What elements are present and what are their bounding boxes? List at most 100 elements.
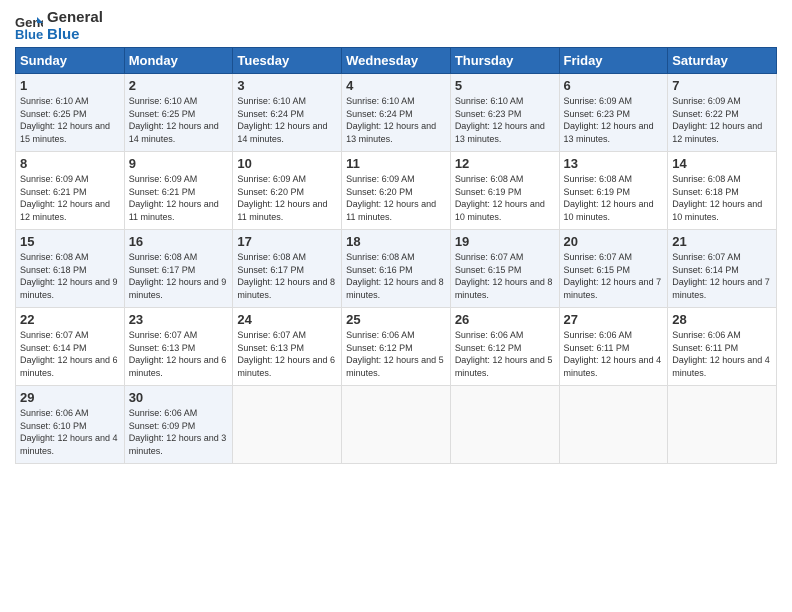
day-number: 28 (672, 312, 772, 327)
day-number: 11 (346, 156, 446, 171)
day-number: 8 (20, 156, 120, 171)
calendar-cell: 13 Sunrise: 6:08 AMSunset: 6:19 PMDayligh… (559, 152, 668, 230)
calendar-cell: 3Sunrise: 6:10 AMSunset: 6:24 PMDaylight… (233, 74, 342, 152)
day-info: Sunrise: 6:08 AMSunset: 6:17 PMDaylight:… (129, 251, 229, 301)
day-number: 30 (129, 390, 229, 405)
day-number: 7 (672, 78, 772, 93)
day-number: 29 (20, 390, 120, 405)
day-number: 18 (346, 234, 446, 249)
day-info: Sunrise: 6:07 AMSunset: 6:14 PMDaylight:… (20, 329, 120, 379)
calendar-cell: 18 Sunrise: 6:08 AMSunset: 6:16 PMDayligh… (342, 230, 451, 308)
day-info: Sunrise: 6:10 AMSunset: 6:25 PMDaylight:… (129, 95, 229, 145)
day-info: Sunrise: 6:06 AMSunset: 6:12 PMDaylight:… (346, 329, 446, 379)
calendar-cell: 20 Sunrise: 6:07 AMSunset: 6:15 PMDayligh… (559, 230, 668, 308)
day-info: Sunrise: 6:07 AMSunset: 6:13 PMDaylight:… (129, 329, 229, 379)
day-number: 12 (455, 156, 555, 171)
weekday-header-friday: Friday (559, 48, 668, 74)
calendar-cell: 7 Sunrise: 6:09 AMSunset: 6:22 PMDaylight… (668, 74, 777, 152)
day-info: Sunrise: 6:06 AMSunset: 6:10 PMDaylight:… (20, 407, 120, 457)
calendar-cell: 19 Sunrise: 6:07 AMSunset: 6:15 PMDayligh… (450, 230, 559, 308)
day-number: 19 (455, 234, 555, 249)
calendar-cell: 10 Sunrise: 6:09 AMSunset: 6:20 PMDayligh… (233, 152, 342, 230)
calendar-cell: 1Sunrise: 6:10 AMSunset: 6:25 PMDaylight… (16, 74, 125, 152)
day-info: Sunrise: 6:08 AMSunset: 6:19 PMDaylight:… (455, 173, 555, 223)
logo-icon: General Blue (15, 13, 43, 41)
day-info: Sunrise: 6:06 AMSunset: 6:12 PMDaylight:… (455, 329, 555, 379)
weekday-header-wednesday: Wednesday (342, 48, 451, 74)
calendar-cell: 27 Sunrise: 6:06 AMSunset: 6:11 PMDayligh… (559, 308, 668, 386)
day-number: 24 (237, 312, 337, 327)
day-number: 26 (455, 312, 555, 327)
calendar-cell: 25Sunrise: 6:06 AMSunset: 6:12 PMDayligh… (342, 308, 451, 386)
page-container: General Blue General Blue SundayMondayTu… (0, 0, 792, 474)
calendar-cell: 11 Sunrise: 6:09 AMSunset: 6:20 PMDayligh… (342, 152, 451, 230)
day-number: 6 (564, 78, 664, 93)
calendar-cell (342, 386, 451, 464)
logo-line1: General (47, 10, 103, 27)
calendar-cell: 8 Sunrise: 6:09 AMSunset: 6:21 PMDaylight… (16, 152, 125, 230)
day-number: 23 (129, 312, 229, 327)
weekday-header-sunday: Sunday (16, 48, 125, 74)
day-info: Sunrise: 6:06 AMSunset: 6:11 PMDaylight:… (564, 329, 664, 379)
day-info: Sunrise: 6:09 AMSunset: 6:23 PMDaylight:… (564, 95, 664, 145)
calendar-cell: 9 Sunrise: 6:09 AMSunset: 6:21 PMDaylight… (124, 152, 233, 230)
calendar-week-row: 1Sunrise: 6:10 AMSunset: 6:25 PMDaylight… (16, 74, 777, 152)
calendar-cell: 26 Sunrise: 6:06 AMSunset: 6:12 PMDayligh… (450, 308, 559, 386)
day-info: Sunrise: 6:07 AMSunset: 6:15 PMDaylight:… (564, 251, 664, 301)
calendar-cell (668, 386, 777, 464)
calendar-cell: 15 Sunrise: 6:08 AMSunset: 6:18 PMDayligh… (16, 230, 125, 308)
day-number: 3 (237, 78, 337, 93)
calendar-cell: 5 Sunrise: 6:10 AMSunset: 6:23 PMDaylight… (450, 74, 559, 152)
calendar-table: SundayMondayTuesdayWednesdayThursdayFrid… (15, 47, 777, 464)
day-number: 27 (564, 312, 664, 327)
calendar-cell: 12 Sunrise: 6:08 AMSunset: 6:19 PMDayligh… (450, 152, 559, 230)
calendar-week-row: 8 Sunrise: 6:09 AMSunset: 6:21 PMDaylight… (16, 152, 777, 230)
day-info: Sunrise: 6:07 AMSunset: 6:14 PMDaylight:… (672, 251, 772, 301)
day-number: 13 (564, 156, 664, 171)
day-number: 9 (129, 156, 229, 171)
calendar-cell: 16Sunrise: 6:08 AMSunset: 6:17 PMDayligh… (124, 230, 233, 308)
calendar-week-row: 29 Sunrise: 6:06 AMSunset: 6:10 PMDayligh… (16, 386, 777, 464)
day-info: Sunrise: 6:08 AMSunset: 6:17 PMDaylight:… (237, 251, 337, 301)
day-info: Sunrise: 6:08 AMSunset: 6:18 PMDaylight:… (672, 173, 772, 223)
calendar-cell (450, 386, 559, 464)
day-number: 15 (20, 234, 120, 249)
day-info: Sunrise: 6:07 AMSunset: 6:13 PMDaylight:… (237, 329, 337, 379)
day-info: Sunrise: 6:09 AMSunset: 6:21 PMDaylight:… (20, 173, 120, 223)
day-info: Sunrise: 6:08 AMSunset: 6:18 PMDaylight:… (20, 251, 120, 301)
day-info: Sunrise: 6:06 AMSunset: 6:11 PMDaylight:… (672, 329, 772, 379)
day-info: Sunrise: 6:07 AMSunset: 6:15 PMDaylight:… (455, 251, 555, 301)
logo: General Blue General Blue (15, 10, 103, 43)
calendar-cell: 14 Sunrise: 6:08 AMSunset: 6:18 PMDayligh… (668, 152, 777, 230)
day-info: Sunrise: 6:10 AMSunset: 6:23 PMDaylight:… (455, 95, 555, 145)
weekday-header-saturday: Saturday (668, 48, 777, 74)
day-info: Sunrise: 6:10 AMSunset: 6:25 PMDaylight:… (20, 95, 120, 145)
day-number: 21 (672, 234, 772, 249)
day-info: Sunrise: 6:10 AMSunset: 6:24 PMDaylight:… (346, 95, 446, 145)
calendar-cell (559, 386, 668, 464)
calendar-week-row: 22Sunrise: 6:07 AMSunset: 6:14 PMDayligh… (16, 308, 777, 386)
day-info: Sunrise: 6:09 AMSunset: 6:21 PMDaylight:… (129, 173, 229, 223)
day-number: 10 (237, 156, 337, 171)
weekday-header-row: SundayMondayTuesdayWednesdayThursdayFrid… (16, 48, 777, 74)
calendar-cell: 23 Sunrise: 6:07 AMSunset: 6:13 PMDayligh… (124, 308, 233, 386)
calendar-cell: 6 Sunrise: 6:09 AMSunset: 6:23 PMDaylight… (559, 74, 668, 152)
calendar-week-row: 15 Sunrise: 6:08 AMSunset: 6:18 PMDayligh… (16, 230, 777, 308)
day-info: Sunrise: 6:09 AMSunset: 6:22 PMDaylight:… (672, 95, 772, 145)
day-info: Sunrise: 6:09 AMSunset: 6:20 PMDaylight:… (237, 173, 337, 223)
day-info: Sunrise: 6:08 AMSunset: 6:16 PMDaylight:… (346, 251, 446, 301)
calendar-cell: 2 Sunrise: 6:10 AMSunset: 6:25 PMDaylight… (124, 74, 233, 152)
day-info: Sunrise: 6:08 AMSunset: 6:19 PMDaylight:… (564, 173, 664, 223)
day-info: Sunrise: 6:09 AMSunset: 6:20 PMDaylight:… (346, 173, 446, 223)
calendar-cell: 30Sunrise: 6:06 AMSunset: 6:09 PMDayligh… (124, 386, 233, 464)
day-number: 2 (129, 78, 229, 93)
day-number: 14 (672, 156, 772, 171)
weekday-header-thursday: Thursday (450, 48, 559, 74)
day-number: 4 (346, 78, 446, 93)
day-number: 17 (237, 234, 337, 249)
calendar-cell: 17 Sunrise: 6:08 AMSunset: 6:17 PMDayligh… (233, 230, 342, 308)
day-number: 20 (564, 234, 664, 249)
weekday-header-monday: Monday (124, 48, 233, 74)
day-number: 5 (455, 78, 555, 93)
logo-line2: Blue (47, 27, 103, 44)
